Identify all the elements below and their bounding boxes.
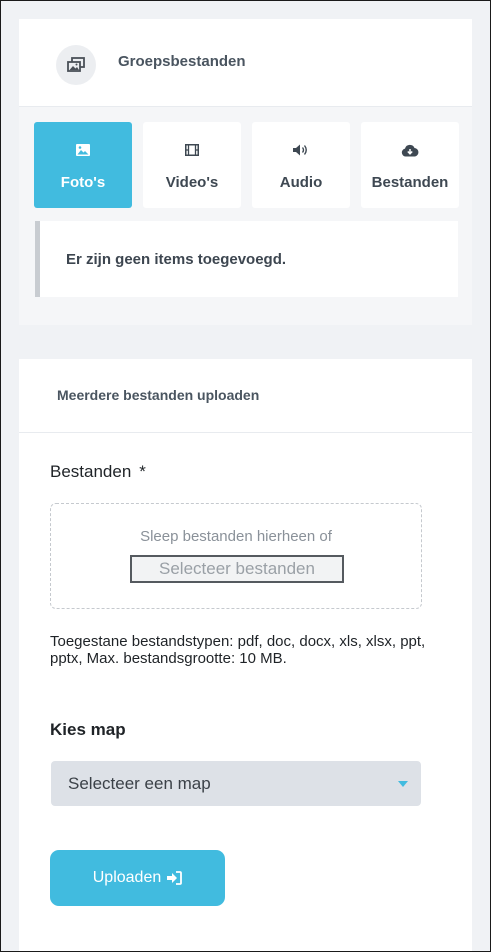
- tab-videos-label: Video's: [165, 174, 219, 191]
- images-icon: [56, 45, 96, 85]
- tab-files-label: Bestanden: [371, 174, 449, 191]
- image-icon: [76, 142, 90, 158]
- empty-state-box: Er zijn geen items toegevoegd.: [35, 221, 458, 297]
- tab-videos[interactable]: Video's: [143, 122, 241, 208]
- volume-icon: [292, 142, 310, 158]
- dropzone-text: Sleep bestanden hierheen of: [140, 528, 332, 545]
- upload-button[interactable]: Uploaden: [50, 850, 225, 906]
- page-frame: Groepsbestanden Foto's Video's Audio Bes…: [0, 0, 491, 952]
- group-files-header: Groepsbestanden: [19, 19, 472, 107]
- tab-files[interactable]: Bestanden: [361, 122, 459, 208]
- folder-select-value: Selecteer een map: [68, 774, 211, 793]
- tab-photos-label: Foto's: [60, 174, 106, 191]
- empty-state-message: Er zijn geen items toegevoegd.: [66, 251, 287, 268]
- upload-header-title: Meerdere bestanden uploaden: [57, 387, 260, 403]
- group-files-title: Groepsbestanden: [118, 53, 246, 70]
- tab-audio[interactable]: Audio: [252, 122, 350, 208]
- upload-header: Meerdere bestanden uploaden: [19, 359, 472, 433]
- files-label-text: Bestanden: [50, 462, 132, 481]
- upload-button-label: Uploaden: [92, 869, 162, 886]
- files-field-label: Bestanden *: [50, 462, 146, 482]
- film-icon: [185, 142, 199, 158]
- folder-field-label: Kies map: [50, 720, 126, 739]
- allowed-file-types-hint: Toegestane bestandstypen: pdf, doc, docx…: [50, 633, 426, 667]
- sign-in-icon: [166, 871, 183, 885]
- cloud-download-icon: [401, 142, 419, 158]
- required-marker: *: [139, 462, 146, 481]
- folder-select[interactable]: Selecteer een map: [51, 761, 421, 806]
- caret-down-icon: [398, 781, 408, 787]
- tab-audio-label: Audio: [279, 174, 323, 191]
- select-files-button[interactable]: Selecteer bestanden: [130, 555, 344, 583]
- tab-photos[interactable]: Foto's: [34, 122, 132, 208]
